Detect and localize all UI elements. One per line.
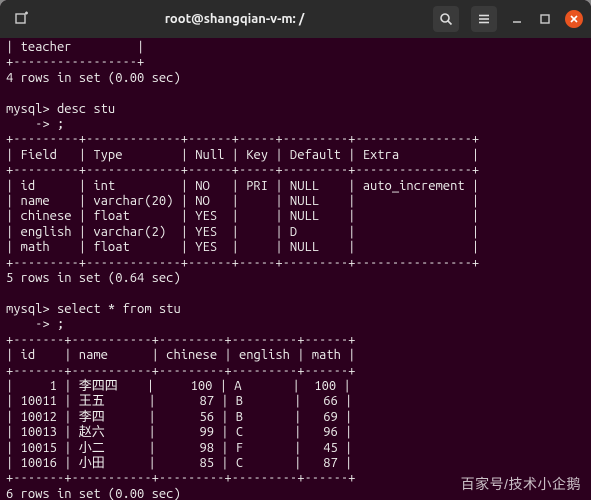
titlebar-controls xyxy=(433,6,583,32)
search-icon xyxy=(439,12,453,26)
maximize-button[interactable] xyxy=(537,11,553,27)
menu-button[interactable] xyxy=(471,6,497,32)
minimize-icon xyxy=(511,13,523,25)
close-icon xyxy=(569,14,579,24)
close-button[interactable] xyxy=(565,10,583,28)
maximize-icon xyxy=(539,13,551,25)
terminal-window: root@shangqian-v-m: / xyxy=(0,0,591,500)
minimize-button[interactable] xyxy=(509,11,525,27)
new-tab-icon xyxy=(14,11,30,27)
terminal-output[interactable]: | teacher | +-----------------+ 4 rows i… xyxy=(0,38,591,500)
search-button[interactable] xyxy=(433,6,459,32)
titlebar: root@shangqian-v-m: / xyxy=(0,0,591,38)
new-tab-button[interactable] xyxy=(8,5,36,33)
hamburger-icon xyxy=(477,12,491,26)
window-title: root@shangqian-v-m: / xyxy=(36,12,433,26)
